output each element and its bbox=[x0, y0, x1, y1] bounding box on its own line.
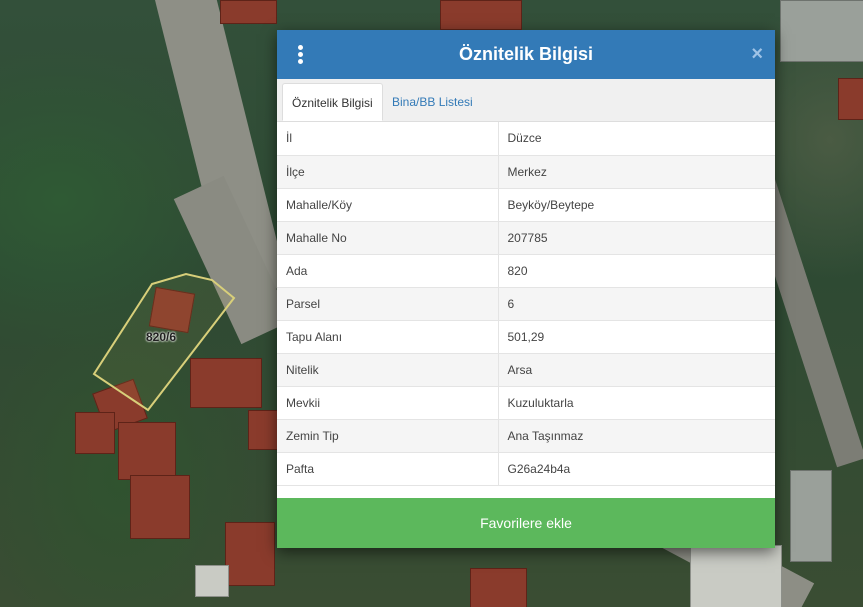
table-row: İlçe Merkez bbox=[277, 155, 775, 189]
attribute-value: Merkez bbox=[498, 155, 775, 189]
table-row: Pafta G26a24b4a bbox=[277, 452, 775, 486]
attribute-info-dialog: Öznitelik Bilgisi × Öznitelik Bilgisi Bi… bbox=[277, 30, 775, 548]
attribute-key: Mevkii bbox=[277, 386, 499, 420]
attribute-value: Ana Taşınmaz bbox=[498, 419, 775, 453]
tab-building-list[interactable]: Bina/BB Listesi bbox=[383, 83, 482, 121]
attribute-value: G26a24b4a bbox=[498, 452, 775, 486]
attribute-value: 207785 bbox=[498, 221, 775, 255]
attribute-key: Nitelik bbox=[277, 353, 499, 387]
attribute-key: İlçe bbox=[277, 155, 499, 189]
attribute-key: Tapu Alanı bbox=[277, 320, 499, 354]
attribute-value: Arsa bbox=[498, 353, 775, 387]
attribute-table: İl Düzce İlçe Merkez Mahalle/Köy Beyköy/Beyte… bbox=[277, 122, 775, 486]
attribute-key: Mahalle No bbox=[277, 221, 499, 255]
dialog-header: Öznitelik Bilgisi × bbox=[277, 30, 775, 79]
attribute-key: Parsel bbox=[277, 287, 499, 321]
attribute-value: Kuzuluktarla bbox=[498, 386, 775, 420]
dialog-title: Öznitelik Bilgisi bbox=[458, 44, 594, 64]
table-row: Nitelik Arsa bbox=[277, 353, 775, 387]
table-row: Tapu Alanı 501,29 bbox=[277, 320, 775, 354]
table-row: İl Düzce bbox=[277, 122, 775, 156]
attribute-value: Düzce bbox=[498, 122, 775, 156]
dialog-tabs: Öznitelik Bilgisi Bina/BB Listesi bbox=[277, 79, 775, 122]
attribute-key: Zemin Tip bbox=[277, 419, 499, 453]
table-row: Mahalle No 207785 bbox=[277, 221, 775, 255]
tab-attribute-info[interactable]: Öznitelik Bilgisi bbox=[282, 83, 383, 121]
table-row: Parsel 6 bbox=[277, 287, 775, 321]
attribute-value: 501,29 bbox=[498, 320, 775, 354]
attribute-key: Ada bbox=[277, 254, 499, 288]
close-icon[interactable]: × bbox=[751, 44, 763, 64]
table-row: Zemin Tip Ana Taşınmaz bbox=[277, 419, 775, 453]
attribute-value: 820 bbox=[498, 254, 775, 288]
table-row: Mevkii Kuzuluktarla bbox=[277, 386, 775, 420]
attribute-key: Mahalle/Köy bbox=[277, 188, 499, 222]
attribute-key: Pafta bbox=[277, 452, 499, 486]
attribute-key: İl bbox=[277, 122, 499, 156]
parcel-label: 820/6 bbox=[146, 330, 177, 344]
attribute-value: Beyköy/Beytepe bbox=[498, 188, 775, 222]
attribute-value: 6 bbox=[498, 287, 775, 321]
add-to-favorites-button[interactable]: Favorilere ekle bbox=[277, 498, 775, 548]
table-row: Ada 820 bbox=[277, 254, 775, 288]
table-row: Mahalle/Köy Beyköy/Beytepe bbox=[277, 188, 775, 222]
